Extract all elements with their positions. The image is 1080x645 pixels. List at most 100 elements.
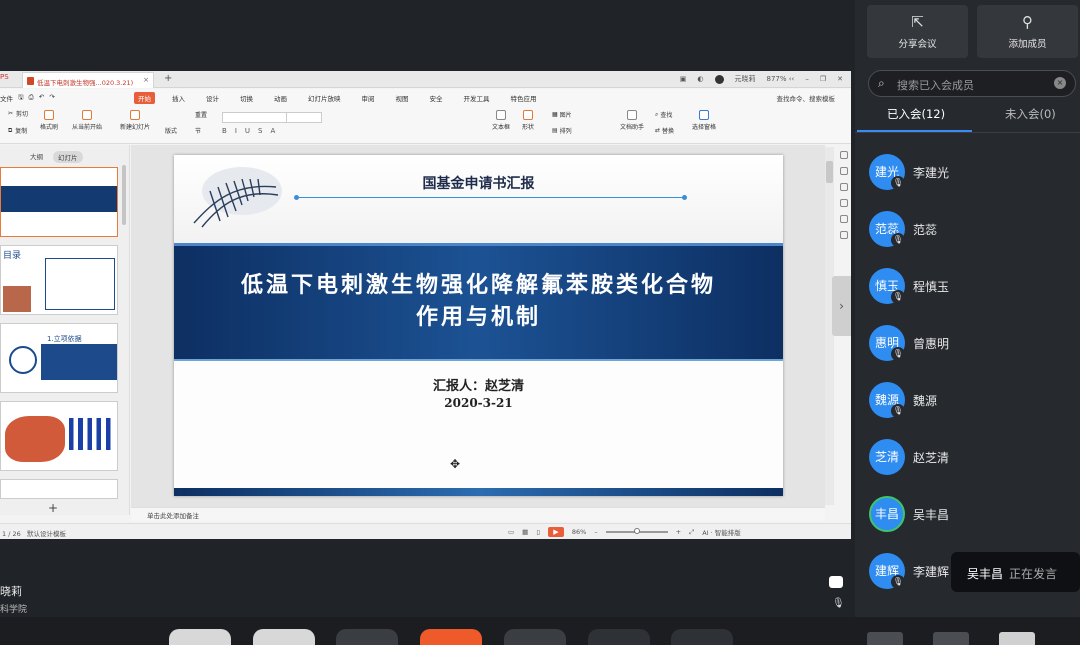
skin-icon[interactable]: ◐ bbox=[697, 75, 703, 83]
tab-transition[interactable]: 切换 bbox=[236, 92, 257, 104]
slide-thumbnail-4[interactable] bbox=[0, 401, 118, 471]
shape-button[interactable]: 形状 bbox=[522, 110, 534, 131]
add-member-button[interactable]: ⚲ 添加成员 bbox=[977, 5, 1078, 58]
tab-slides[interactable]: 幻灯片 bbox=[53, 151, 83, 163]
user-avatar-icon[interactable] bbox=[714, 74, 724, 84]
textbox-button[interactable]: 文本框 bbox=[492, 110, 510, 131]
current-slide[interactable]: 国基金申请书汇报 低温下电刺激生物强化降解氟苯胺类化合物 作用与机制 汇报人：赵… bbox=[174, 155, 783, 496]
member-item[interactable]: 范蕊 🎙 范蕊 bbox=[869, 211, 1079, 251]
new-tab-button[interactable]: + bbox=[164, 73, 172, 84]
member-item[interactable]: 惠明 🎙 曾惠明 bbox=[869, 325, 1079, 365]
member-search-input[interactable]: ⌕ 搜索已入会成员 × bbox=[868, 70, 1076, 97]
undo-icon[interactable]: ↶ bbox=[39, 93, 44, 104]
close-tab-icon[interactable]: × bbox=[143, 76, 149, 84]
tab-home[interactable]: 开始 bbox=[134, 92, 155, 104]
tab-security[interactable]: 安全 bbox=[426, 92, 447, 104]
tab-outline[interactable]: 大纲 bbox=[30, 151, 43, 163]
bold-icon[interactable]: B bbox=[222, 127, 227, 135]
arrange-button[interactable]: ▤ 排列 bbox=[552, 126, 572, 135]
slide-thumbnail-5[interactable] bbox=[0, 479, 118, 499]
copy-button[interactable]: ⧉ 复制 bbox=[8, 126, 27, 136]
slide-thumbnail-1[interactable] bbox=[0, 167, 118, 237]
video-button[interactable] bbox=[253, 629, 315, 645]
tab-joined[interactable]: 已入会(12) bbox=[887, 106, 945, 122]
member-item[interactable]: 建光 🎙 李建光 bbox=[869, 154, 1079, 194]
speaker-view-icon[interactable] bbox=[933, 632, 969, 645]
tab-features[interactable]: 特色应用 bbox=[507, 92, 541, 104]
close-window-icon[interactable]: ✕ bbox=[837, 75, 843, 83]
add-slide-button[interactable]: + bbox=[48, 501, 58, 515]
record-button[interactable] bbox=[671, 629, 733, 645]
redo-icon[interactable]: ↷ bbox=[49, 93, 54, 104]
tab-view[interactable]: 视图 bbox=[392, 92, 413, 104]
collapse-panel-button[interactable]: › bbox=[832, 276, 851, 336]
tab-animation[interactable]: 动画 bbox=[270, 92, 291, 104]
stop-share-button[interactable] bbox=[420, 629, 482, 645]
fit-window-icon[interactable]: ⤢ bbox=[689, 528, 694, 537]
gallery-view-icon[interactable] bbox=[867, 632, 903, 645]
reading-view-icon[interactable]: ▯ bbox=[536, 528, 540, 536]
zoom-out-icon[interactable]: – bbox=[594, 528, 597, 536]
strike-icon[interactable]: S bbox=[258, 127, 262, 135]
tab-insert[interactable]: 插入 bbox=[168, 92, 189, 104]
picture-button[interactable]: ▦ 图片 bbox=[552, 110, 572, 119]
clear-search-icon[interactable]: × bbox=[1054, 77, 1066, 89]
doc-assistant-button[interactable]: 文档助手 bbox=[620, 110, 644, 131]
zoom-level[interactable]: 86% bbox=[572, 528, 586, 536]
property-icon[interactable] bbox=[839, 151, 848, 159]
zoom-slider[interactable] bbox=[605, 528, 668, 534]
cut-button[interactable]: ✂ 剪切 bbox=[8, 109, 28, 118]
layout-button[interactable]: 版式 bbox=[165, 126, 177, 135]
select-pane-button[interactable]: 选择窗格 bbox=[692, 110, 716, 131]
slide-thumbnail-2[interactable]: 目录 bbox=[0, 245, 118, 315]
italic-icon[interactable]: I bbox=[235, 127, 237, 135]
style-icon[interactable] bbox=[839, 167, 848, 175]
layout-icon[interactable]: ▣ bbox=[680, 75, 687, 83]
maximize-icon[interactable]: ❐ bbox=[820, 75, 826, 83]
mute-button[interactable] bbox=[169, 629, 231, 645]
normal-view-icon[interactable]: ▭ bbox=[508, 528, 514, 536]
member-item[interactable]: 魏源 🎙 魏源 bbox=[869, 382, 1079, 422]
command-search[interactable]: 查找命令、搜索模板 bbox=[777, 93, 836, 103]
tab-not-joined[interactable]: 未入会(0) bbox=[1005, 106, 1056, 122]
save-icon[interactable]: 🖫 bbox=[18, 93, 24, 104]
table-icon[interactable] bbox=[839, 199, 848, 207]
font-size-select[interactable] bbox=[286, 112, 322, 123]
minimize-icon[interactable]: – bbox=[805, 75, 809, 83]
new-slide-button[interactable]: 新建幻灯片 bbox=[120, 110, 150, 131]
notes-area[interactable]: 单击此处添加备注 bbox=[131, 507, 825, 521]
menu-file[interactable]: 文件 bbox=[0, 93, 13, 104]
tab-design[interactable]: 设计 bbox=[202, 92, 223, 104]
member-item[interactable]: 芝清 赵芝清 bbox=[869, 439, 1079, 479]
find-button[interactable]: ⌕ 查找 bbox=[655, 110, 672, 120]
thumbnail-scrollbar[interactable] bbox=[122, 165, 126, 225]
tab-developer[interactable]: 开发工具 bbox=[460, 92, 494, 104]
zoom-slider-thumb[interactable] bbox=[633, 528, 640, 534]
font-color-icon[interactable]: A bbox=[270, 127, 275, 135]
zoom-in-icon[interactable]: + bbox=[676, 528, 681, 536]
scrollbar-knob[interactable] bbox=[826, 161, 833, 183]
section-button[interactable]: 节 bbox=[195, 126, 201, 135]
sorter-view-icon[interactable]: ▦ bbox=[522, 528, 528, 536]
star-icon[interactable] bbox=[839, 215, 848, 223]
slideshow-play-button[interactable]: ▶ bbox=[547, 527, 564, 537]
tab-slideshow[interactable]: 幻灯片放映 bbox=[304, 92, 345, 104]
members-button[interactable] bbox=[504, 629, 566, 645]
list-view-icon[interactable] bbox=[999, 632, 1035, 645]
member-item[interactable]: 慎玉 🎙 程慎玉 bbox=[869, 268, 1079, 308]
replace-button[interactable]: ⇄ 替换 bbox=[655, 126, 674, 135]
share-meeting-button[interactable]: ⇱ 分享会议 bbox=[867, 5, 968, 58]
document-tab[interactable]: 低温下电刺激生物强...020.3.21) × bbox=[22, 72, 154, 88]
print-icon[interactable]: ⎙ bbox=[29, 93, 34, 104]
clipboard-icon[interactable] bbox=[839, 231, 848, 239]
tab-review[interactable]: 审阅 bbox=[358, 92, 379, 104]
slide-thumbnail-3[interactable]: 1.立项依据 bbox=[0, 323, 118, 393]
format-painter-button[interactable]: 格式刷 bbox=[40, 110, 58, 131]
ai-layout-label[interactable]: AI · 智能排版 bbox=[702, 527, 741, 537]
chat-button[interactable] bbox=[588, 629, 650, 645]
play-from-current-button[interactable]: 从当前开始 bbox=[72, 110, 102, 131]
member-item[interactable]: 丰昌 吴丰昌 bbox=[869, 496, 1079, 536]
share-screen-button[interactable] bbox=[336, 629, 398, 645]
underline-icon[interactable]: U bbox=[245, 127, 250, 135]
brush-side-icon[interactable] bbox=[839, 183, 848, 191]
